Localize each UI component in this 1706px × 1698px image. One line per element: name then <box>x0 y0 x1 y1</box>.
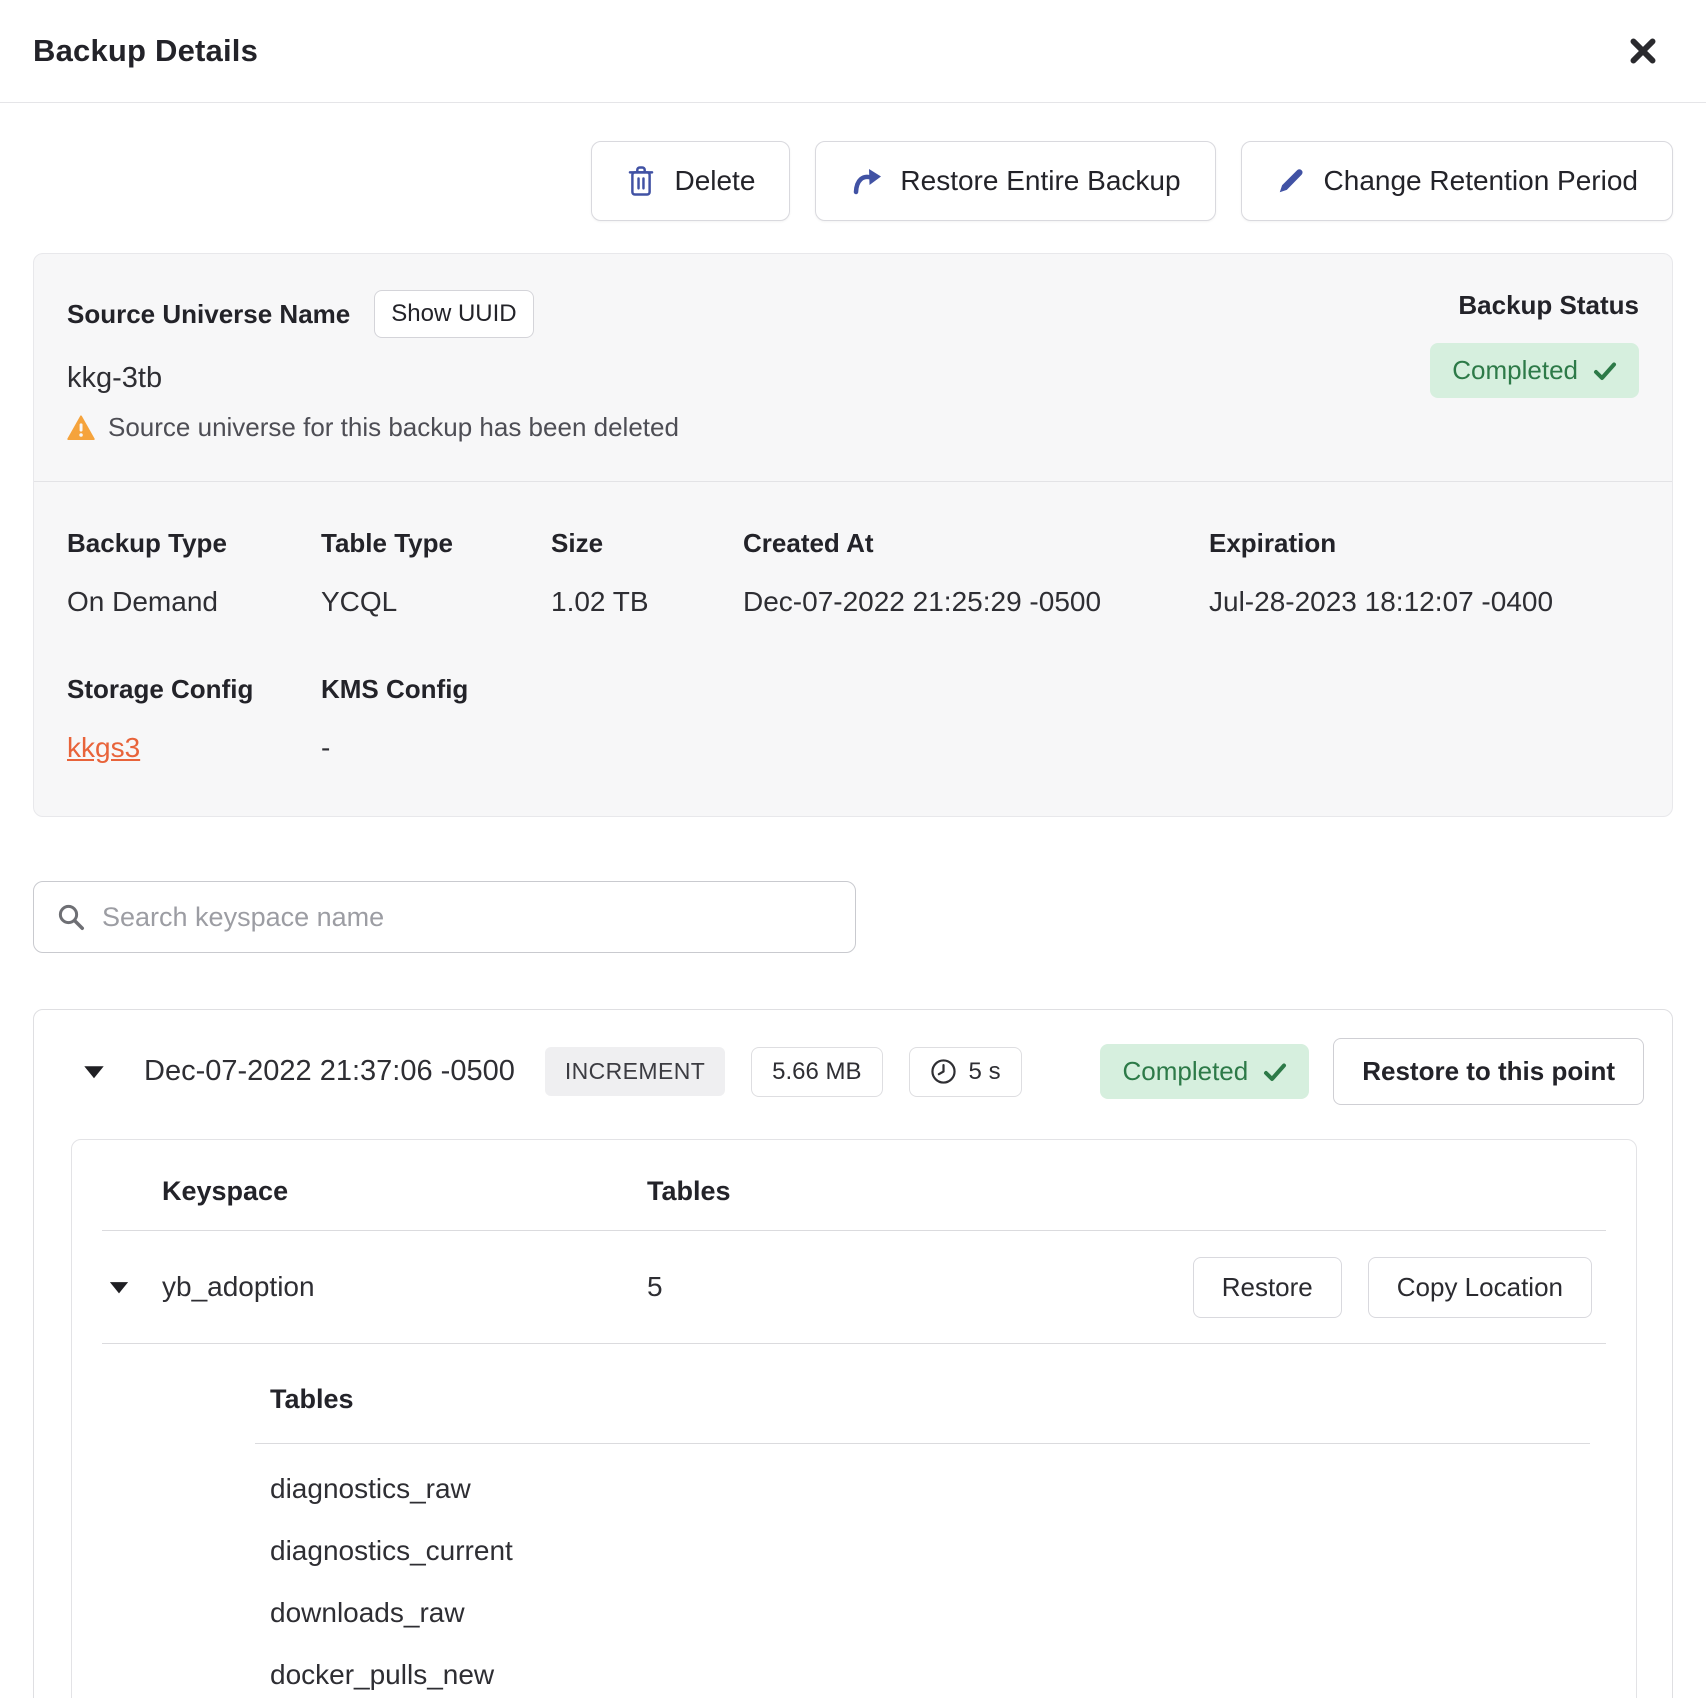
keyspace-table-card: Keyspace Tables yb_adoption 5 Restore Co… <box>71 1139 1637 1698</box>
close-icon <box>1626 34 1660 68</box>
clock-icon <box>930 1058 957 1085</box>
keyspace-collapse-caret[interactable] <box>102 1274 136 1301</box>
keyspace-table-count: 5 <box>647 1271 1193 1303</box>
field-size: Size 1.02 TB <box>551 528 743 618</box>
field-expiration: Expiration Jul-28-2023 18:12:07 -0400 <box>1209 528 1639 618</box>
restore-arrow-icon <box>850 166 882 196</box>
universe-name: kkg-3tb <box>67 362 679 395</box>
field-created-at: Created At Dec-07-2022 21:25:29 -0500 <box>743 528 1209 618</box>
backup-fields-row: Backup Type On Demand Table Type YCQL Si… <box>34 528 1672 618</box>
backup-status-block: Backup Status Completed <box>1430 290 1639 398</box>
increment-size-badge: 5.66 MB <box>751 1047 882 1097</box>
tables-subsection-header: Tables <box>255 1384 1590 1415</box>
field-storage-config: Storage Config kkgs3 <box>67 674 321 764</box>
backup-summary-panel: Source Universe Name Show UUID kkg-3tb S… <box>33 253 1673 817</box>
tables-column-header: Tables <box>647 1176 1606 1207</box>
search-input[interactable] <box>102 902 833 933</box>
keyspace-row-divider <box>102 1343 1606 1344</box>
universe-deleted-warning: Source universe for this backup has been… <box>108 412 679 443</box>
pencil-icon <box>1276 166 1306 196</box>
copy-location-button[interactable]: Copy Location <box>1368 1257 1592 1318</box>
field-backup-type: Backup Type On Demand <box>67 528 321 618</box>
check-icon <box>1263 1062 1287 1082</box>
source-universe-block: Source Universe Name Show UUID kkg-3tb S… <box>67 290 679 443</box>
increment-header: Dec-07-2022 21:37:06 -0500 INCREMENT 5.6… <box>34 1010 1672 1105</box>
increment-status-text: Completed <box>1122 1056 1248 1087</box>
keyspace-row-actions: Restore Copy Location <box>1193 1257 1606 1318</box>
increment-duration-text: 5 s <box>969 1058 1001 1086</box>
page-title: Backup Details <box>33 33 258 69</box>
backup-status-label: Backup Status <box>1458 290 1639 321</box>
config-fields-row: Storage Config kkgs3 KMS Config - <box>34 674 1672 764</box>
field-kms-config: KMS Config - <box>321 674 551 764</box>
show-uuid-button[interactable]: Show UUID <box>374 290 533 338</box>
increment-collapse-caret[interactable] <box>76 1058 112 1086</box>
table-list-item: diagnostics_current <box>270 1520 1590 1582</box>
restore-to-point-button[interactable]: Restore to this point <box>1333 1038 1644 1105</box>
increment-duration-badge: 5 s <box>909 1047 1022 1097</box>
caret-down-icon <box>82 1064 106 1080</box>
backup-status-text: Completed <box>1452 355 1578 386</box>
keyspace-row: yb_adoption 5 Restore Copy Location <box>72 1231 1636 1343</box>
restore-entire-backup-button[interactable]: Restore Entire Backup <box>815 141 1215 221</box>
change-retention-label: Change Retention Period <box>1324 165 1638 197</box>
increment-status-badge: Completed <box>1100 1044 1309 1099</box>
source-universe-label: Source Universe Name <box>67 299 350 330</box>
backup-status-badge: Completed <box>1430 343 1639 398</box>
summary-divider <box>34 481 1672 482</box>
delete-button[interactable]: Delete <box>591 141 790 221</box>
caret-down-icon <box>108 1280 130 1295</box>
table-list-item: diagnostics_raw <box>270 1458 1590 1520</box>
modal-header: Backup Details <box>0 0 1706 103</box>
search-icon <box>56 902 86 932</box>
check-icon <box>1593 361 1617 381</box>
actions-toolbar: Delete Restore Entire Backup Change Rete… <box>0 103 1706 221</box>
storage-config-link[interactable]: kkgs3 <box>67 732 140 763</box>
delete-button-label: Delete <box>674 165 755 197</box>
trash-icon <box>626 165 656 197</box>
keyspace-table-header: Keyspace Tables <box>72 1152 1636 1230</box>
keyspace-column-header: Keyspace <box>162 1176 647 1207</box>
tables-subsection: Tables diagnostics_raw diagnostics_curre… <box>255 1384 1590 1698</box>
field-table-type: Table Type YCQL <box>321 528 551 618</box>
restore-entire-backup-label: Restore Entire Backup <box>900 165 1180 197</box>
change-retention-button[interactable]: Change Retention Period <box>1241 141 1673 221</box>
increment-timestamp: Dec-07-2022 21:37:06 -0500 <box>144 1055 515 1088</box>
keyspace-name: yb_adoption <box>162 1271 647 1303</box>
table-list-item: downloads_raw <box>270 1582 1590 1644</box>
table-list-item: docker_pulls_new <box>270 1644 1590 1698</box>
table-list: diagnostics_raw diagnostics_current down… <box>255 1444 1590 1698</box>
close-button[interactable] <box>1620 28 1666 74</box>
increment-type-badge: INCREMENT <box>545 1047 725 1096</box>
restore-button[interactable]: Restore <box>1193 1257 1342 1318</box>
keyspace-search <box>33 881 856 953</box>
warning-icon <box>67 415 95 441</box>
increment-backup-card: Dec-07-2022 21:37:06 -0500 INCREMENT 5.6… <box>33 1009 1673 1698</box>
